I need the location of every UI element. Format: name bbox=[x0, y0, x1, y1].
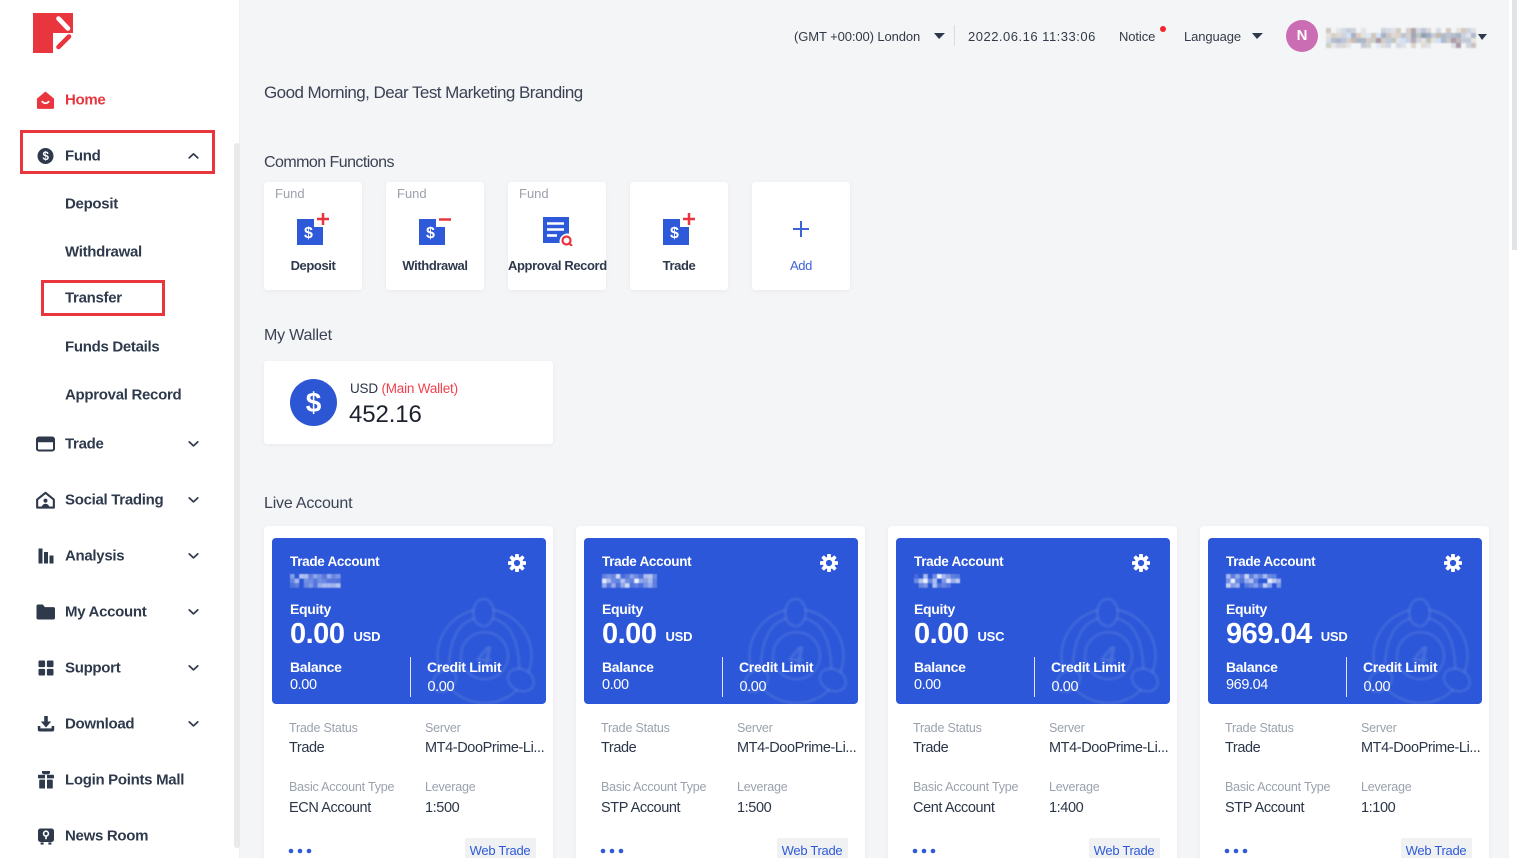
svg-text:$: $ bbox=[670, 225, 679, 242]
svg-text:$: $ bbox=[426, 225, 435, 242]
svg-text:$: $ bbox=[304, 225, 313, 242]
